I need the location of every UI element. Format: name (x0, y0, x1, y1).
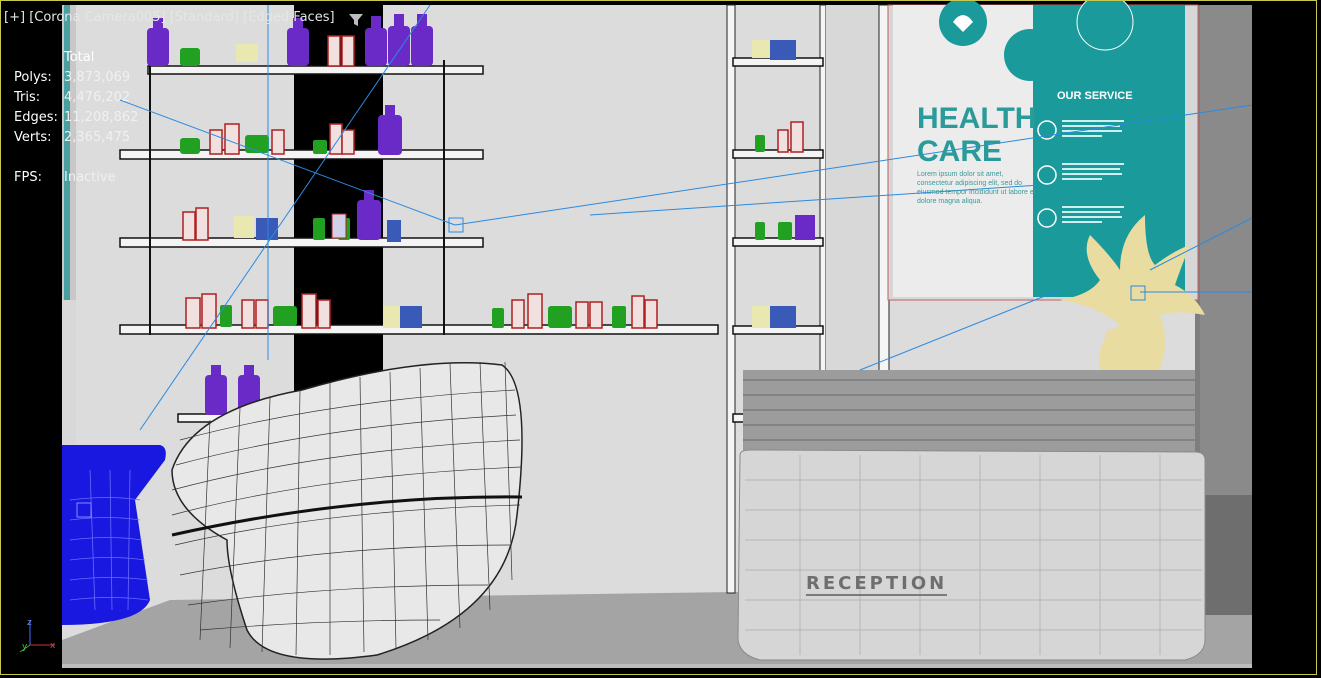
stats-value: 4,476,202 (64, 90, 131, 105)
viewport-camera-menu[interactable]: [Corona Camera005] (29, 10, 165, 25)
stats-label: Edges: (14, 110, 58, 125)
viewport-label: [+] [Corona Camera005] [Standard] [Edged… (4, 10, 335, 25)
stats-value: Inactive (64, 170, 116, 185)
poster-title: HEALTH CARE (917, 102, 1037, 168)
stats-value: 11,208,862 (64, 110, 139, 125)
svg-text:y: y (22, 642, 28, 652)
stats-label: FPS: (14, 170, 42, 185)
poster-body-text: Lorem ipsum dolor sit amet, consectetur … (917, 171, 1036, 205)
poster-service-heading: OUR SERVICE (1057, 90, 1133, 102)
stats-label: Verts: (14, 130, 52, 145)
reception-sign: RECEPTION (806, 573, 948, 596)
stats-label: Polys: (14, 70, 52, 85)
viewport-shading-menu[interactable]: [Standard] (170, 10, 239, 25)
stats-header: Total (64, 50, 95, 65)
stats-label: Tris: (14, 90, 41, 105)
svg-text:z: z (27, 618, 32, 628)
viewport-plus-menu[interactable]: [+] (4, 10, 25, 25)
stats-value: 2,365,475 (64, 130, 131, 145)
stats-value: 3,873,069 (64, 70, 131, 85)
viewport-display-menu[interactable]: [Edged Faces] (243, 10, 334, 25)
reception-counter (737, 370, 1206, 661)
filter-funnel-icon[interactable] (348, 12, 364, 28)
svg-text:x: x (50, 641, 56, 651)
viewport[interactable]: z x y HEALTH CARE OUR SERVICE Lorem ipsu… (0, 0, 1321, 678)
